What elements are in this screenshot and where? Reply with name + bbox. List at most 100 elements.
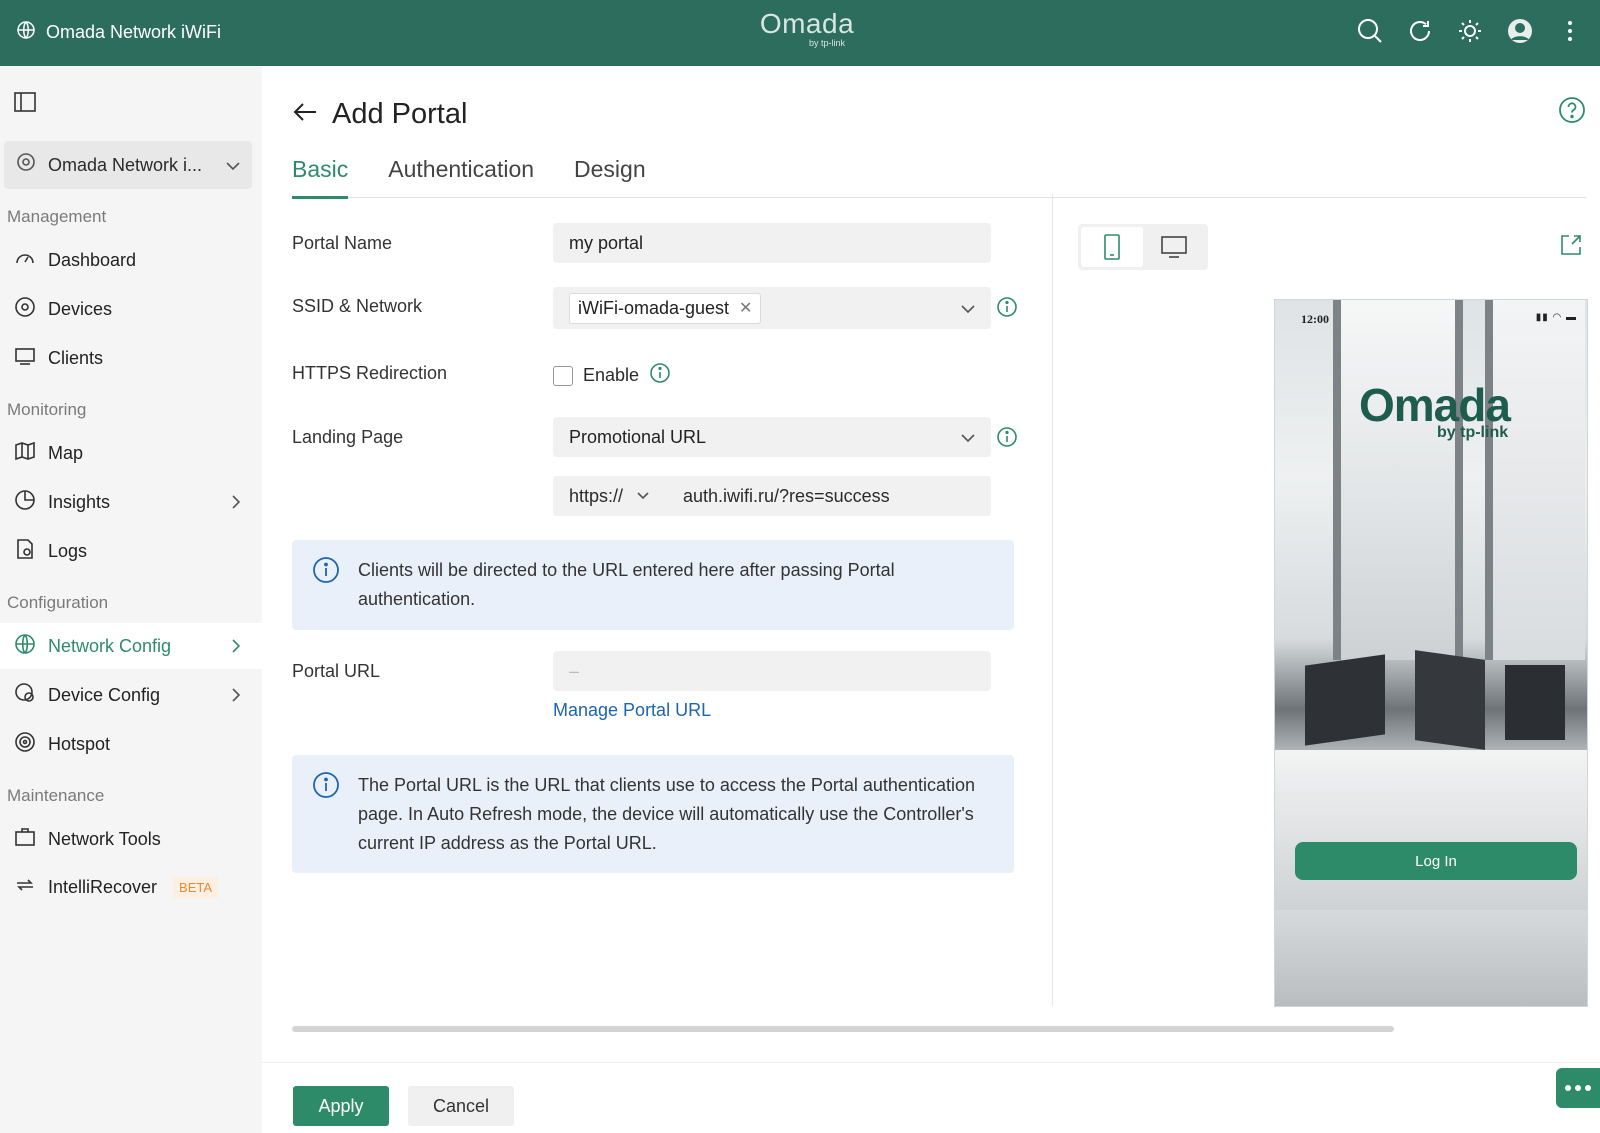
site-title-area: Omada Network iWiFi (16, 20, 221, 45)
signal-wifi-battery-icon: ▮▮ ◠ ▬ (1535, 312, 1577, 323)
sidebar-item-label: Clients (48, 347, 104, 368)
sidebar-item-label: Device Config (48, 684, 161, 705)
logo-text: Omada (759, 8, 855, 39)
info-icon (312, 556, 340, 614)
chevron-right-icon (232, 637, 241, 658)
chevron-right-icon (232, 493, 241, 514)
toolbox-icon (14, 826, 36, 853)
map-icon (14, 440, 36, 467)
sidebar-item-label: Devices (48, 298, 113, 319)
search-icon[interactable] (1356, 17, 1384, 45)
chip-remove-icon[interactable]: ✕ (739, 298, 752, 318)
open-external-icon[interactable] (1560, 234, 1582, 261)
preview-device-toggle (1078, 224, 1208, 270)
ssid-chip-label: iWiFi-omada-guest (578, 297, 730, 318)
url-input[interactable]: auth.iwifi.ru/?res=success (665, 486, 890, 507)
landing-info-text: Clients will be directed to the URL ente… (358, 560, 895, 609)
sidebar: Omada Network i... Management Dashboard … (0, 66, 262, 1133)
globe-icon (14, 633, 36, 660)
portal-url-info-box: The Portal URL is the URL that clients u… (292, 755, 1014, 873)
section-monitoring: Monitoring (7, 400, 87, 419)
tab-design[interactable]: Design (574, 156, 646, 198)
site-selector-label: Omada Network i... (48, 154, 203, 175)
form-footer: Apply Cancel (262, 1062, 1600, 1133)
portal-url-label: Portal URL (292, 661, 381, 681)
landing-page-value: Promotional URL (569, 426, 707, 447)
info-icon (312, 771, 340, 857)
panel-divider (1052, 194, 1053, 1006)
apply-button[interactable]: Apply (293, 1086, 389, 1126)
portal-phone-preview: 12:00 ▮▮ ◠ ▬ Omada by tp-link Log In (1274, 299, 1588, 1007)
portal-name-value: my portal (569, 232, 644, 253)
landing-info-box: Clients will be directed to the URL ente… (292, 540, 1014, 630)
theme-sun-icon[interactable] (1456, 17, 1484, 45)
sidebar-item-network-config[interactable]: Network Config (0, 623, 262, 669)
landing-page-label: Landing Page (292, 427, 404, 447)
top-bar: Omada Network iWiFi Omada by tp-link (0, 0, 1600, 66)
pie-chart-icon (14, 489, 36, 516)
sidebar-collapse-icon[interactable] (14, 92, 36, 117)
chat-support-button[interactable] (1556, 1068, 1600, 1108)
tab-bar: Basic Authentication Design (292, 156, 1586, 199)
ssid-network-label: SSID & Network (292, 296, 423, 316)
preview-login-button[interactable]: Log In (1295, 842, 1577, 880)
sidebar-item-device-config[interactable]: Device Config (0, 672, 262, 718)
recover-arrows-icon (14, 874, 36, 901)
preview-background-desk (1275, 750, 1587, 910)
landing-page-select[interactable]: Promotional URL (553, 417, 991, 457)
info-icon[interactable] (649, 362, 671, 389)
refresh-icon[interactable] (1406, 17, 1434, 45)
logo-subtext: by tp-link (808, 38, 845, 48)
clients-monitor-icon (14, 345, 36, 372)
sidebar-item-insights[interactable]: Insights (0, 479, 262, 525)
chevron-right-icon (232, 686, 241, 707)
globe-icon (16, 20, 36, 45)
beta-badge: BETA (173, 876, 219, 898)
cancel-button[interactable]: Cancel (408, 1086, 514, 1126)
preview-brand-sub: by tp-link (1437, 424, 1509, 441)
section-management: Management (7, 207, 107, 226)
manage-portal-url-link[interactable]: Manage Portal URL (553, 700, 711, 721)
ssid-network-select[interactable]: iWiFi-omada-guest ✕ (553, 287, 991, 329)
mobile-preview-button[interactable] (1081, 227, 1143, 267)
ssid-chip: iWiFi-omada-guest ✕ (569, 292, 762, 324)
tab-authentication[interactable]: Authentication (388, 156, 534, 198)
chevron-down-icon (961, 298, 975, 319)
portal-name-input[interactable]: my portal (553, 223, 991, 263)
help-icon[interactable] (1558, 96, 1586, 129)
site-selector[interactable]: Omada Network i... (4, 141, 252, 189)
device-config-icon (14, 682, 36, 709)
horizontal-scrollbar[interactable] (292, 1026, 1394, 1032)
preview-background-monitor (1415, 650, 1485, 750)
sidebar-item-logs[interactable]: Logs (0, 528, 262, 574)
sidebar-item-dashboard[interactable]: Dashboard (0, 237, 262, 283)
info-icon[interactable] (996, 296, 1018, 323)
desktop-preview-button[interactable] (1143, 227, 1205, 267)
sidebar-item-intellirecover[interactable]: IntelliRecover BETA (0, 864, 262, 910)
avatar[interactable] (1506, 17, 1534, 45)
chevron-down-icon (961, 427, 975, 448)
section-maintenance: Maintenance (7, 786, 105, 805)
preview-background-monitor (1305, 654, 1385, 746)
portal-url-info-text: The Portal URL is the URL that clients u… (358, 775, 975, 853)
preview-background-window (1333, 300, 1463, 660)
preview-background-window (1485, 300, 1585, 660)
sidebar-item-hotspot[interactable]: Hotspot (0, 721, 262, 767)
sidebar-item-devices[interactable]: Devices (0, 286, 262, 332)
main-content: Add Portal Basic Authentication Design P… (262, 66, 1600, 1133)
https-enable-checkbox[interactable] (553, 365, 573, 386)
sidebar-item-clients[interactable]: Clients (0, 335, 262, 381)
section-configuration: Configuration (7, 593, 109, 612)
sidebar-item-label: Network Config (48, 635, 172, 656)
https-enable-label: Enable (583, 365, 640, 385)
sidebar-item-map[interactable]: Map (0, 430, 262, 476)
preview-status-time: 12:00 (1301, 312, 1329, 326)
https-redirection-label: HTTPS Redirection (292, 363, 448, 383)
tab-basic[interactable]: Basic (292, 156, 349, 199)
sidebar-item-network-tools[interactable]: Network Tools (0, 816, 262, 862)
url-protocol-select[interactable]: https:// (553, 486, 665, 507)
back-arrow-icon[interactable] (292, 98, 318, 131)
more-vertical-icon[interactable] (1556, 17, 1584, 45)
sidebar-item-label: Hotspot (48, 733, 111, 754)
info-icon[interactable] (996, 426, 1018, 453)
